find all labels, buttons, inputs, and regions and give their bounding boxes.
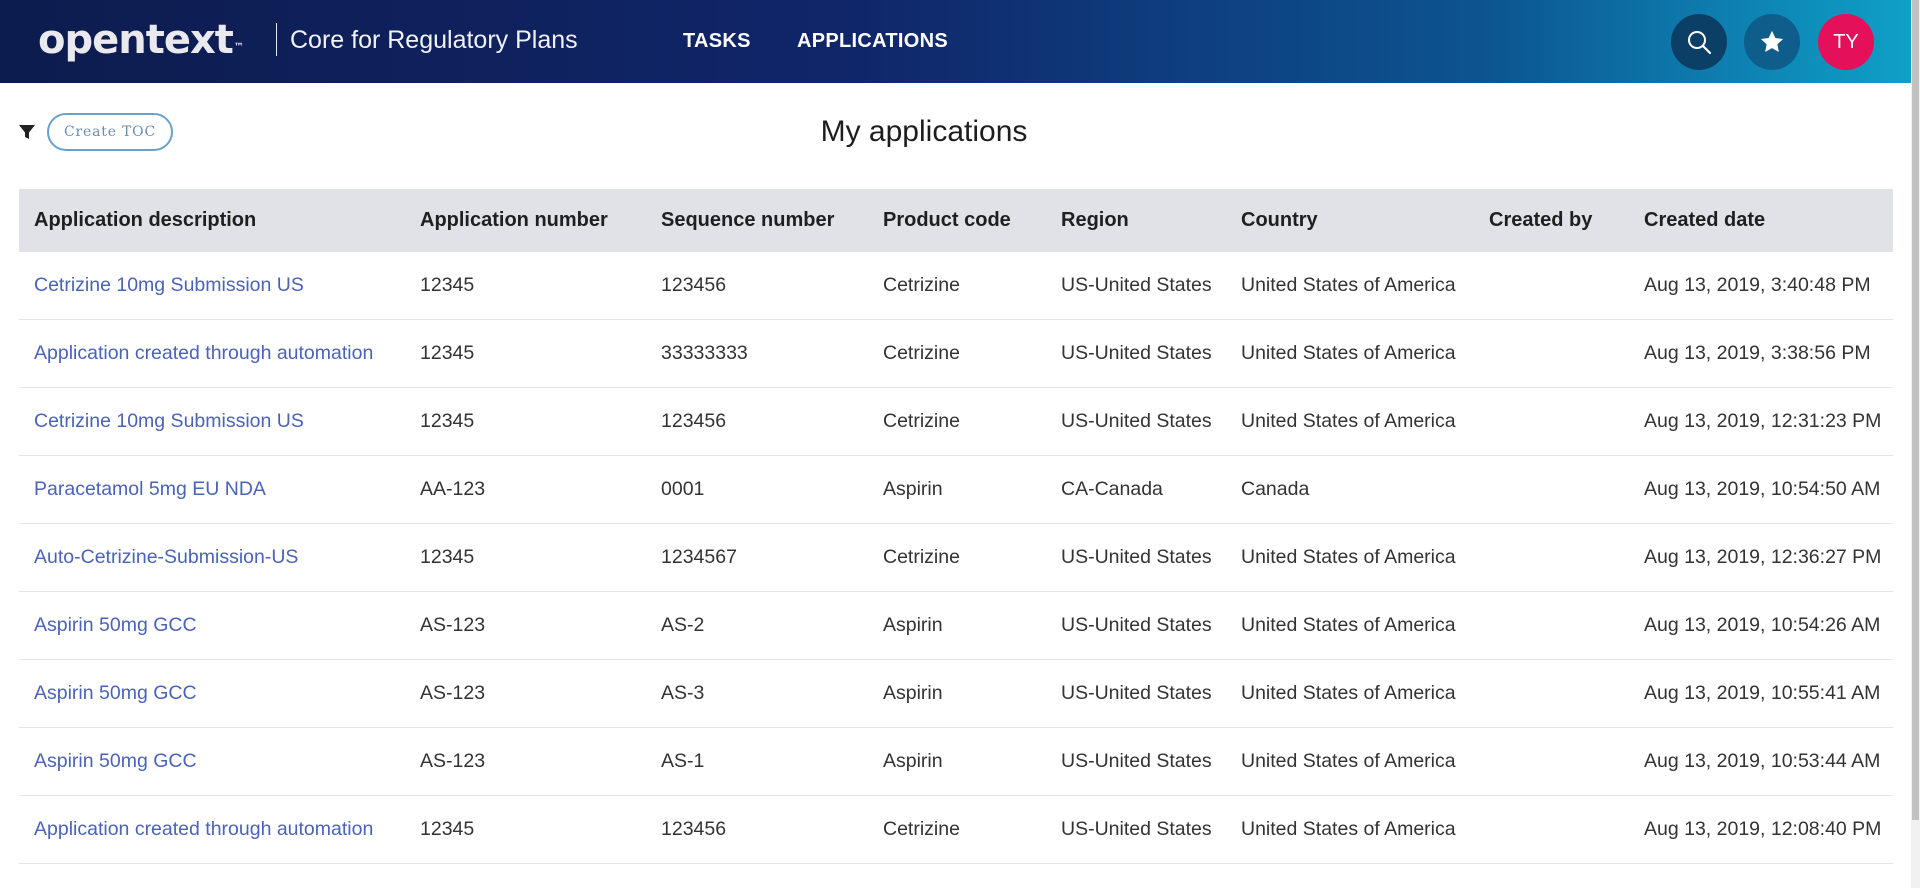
application-number: AA-123 [420,478,486,500]
sequence-number: 1234567 [661,546,737,568]
column-header-created-by[interactable]: Created by [1489,189,1592,252]
page-scrollbar[interactable] [1911,0,1920,888]
application-description-link[interactable]: Cetrizine 10mg Submission US [34,252,304,320]
application-number: 12345 [420,274,475,296]
product-code: Aspirin [883,478,943,500]
sequence-number: AS-3 [661,682,705,704]
table-row: Aspirin 50mg GCC AS-123 AS-3 Aspirin US-… [19,660,1893,728]
table-row: Application created through automation 1… [19,320,1893,388]
country: United States of America [1241,682,1456,704]
application-description-link[interactable]: Aspirin 50mg GCC [34,728,197,796]
application-description-link[interactable]: Auto-Cetrizine-Submission-US [34,524,298,592]
country: United States of America [1241,614,1456,636]
country: United States of America [1241,274,1456,296]
created-date: Aug 13, 2019, 3:40:48 PM [1644,274,1871,296]
column-header-country[interactable]: Country [1241,189,1318,252]
region: US-United States [1061,274,1212,296]
table-header: Application description Application numb… [19,189,1893,252]
application-number: 12345 [420,342,475,364]
nav-tasks[interactable]: TASKS [683,30,751,53]
scrollbar-thumb[interactable] [1912,0,1919,820]
nav-applications[interactable]: APPLICATIONS [797,30,948,53]
created-date: Aug 13, 2019, 12:31:23 PM [1644,410,1882,432]
star-icon [1760,30,1784,53]
application-description-link[interactable]: Paracetamol 5mg EU NDA [34,456,266,524]
country: Canada [1241,478,1310,500]
created-date: Aug 13, 2019, 10:53:44 AM [1644,750,1881,772]
column-header-created-date[interactable]: Created date [1644,189,1765,252]
region: US-United States [1061,342,1212,364]
table-row: Aspirin 50mg GCC AS-123 AS-1 Aspirin US-… [19,728,1893,796]
country: United States of America [1241,750,1456,772]
created-date: Aug 13, 2019, 12:36:27 PM [1644,546,1882,568]
search-button[interactable] [1671,14,1727,70]
sequence-number: 123456 [661,818,727,840]
region: US-United States [1061,750,1212,772]
application-number: 12345 [420,410,475,432]
column-header-product-code[interactable]: Product code [883,189,1011,252]
product-code: Cetrizine [883,410,960,432]
table-row: Auto-Cetrizine-Submission-US 12345 12345… [19,524,1893,592]
created-date: Aug 13, 2019, 10:55:41 AM [1644,682,1881,704]
header-divider [276,23,277,56]
country: United States of America [1241,410,1456,432]
region: CA-Canada [1061,478,1163,500]
column-header-application-number[interactable]: Application number [420,189,608,252]
created-date: Aug 13, 2019, 10:54:26 AM [1644,614,1881,636]
sequence-number: 123456 [661,410,727,432]
column-header-sequence-number[interactable]: Sequence number [661,189,834,252]
sequence-number: AS-2 [661,614,705,636]
column-header-region[interactable]: Region [1061,189,1129,252]
column-header-application-description[interactable]: Application description [34,189,256,252]
region: US-United States [1061,546,1212,568]
sequence-number: 0001 [661,478,705,500]
application-description-link[interactable]: Aspirin 50mg GCC [34,592,197,660]
search-icon [1688,31,1712,55]
app-name: Core for Regulatory Plans [290,26,578,54]
table-row: Cetrizine 10mg Submission US 12345 12345… [19,252,1893,320]
product-code: Cetrizine [883,818,960,840]
user-initials: TY [1833,30,1859,53]
user-avatar-button[interactable]: TY [1818,14,1874,70]
country: United States of America [1241,818,1456,840]
product-code: Aspirin [883,614,943,636]
application-number: 12345 [420,818,475,840]
product-code: Aspirin [883,682,943,704]
logo-trademark: ™ [233,42,244,53]
application-description-link[interactable]: Aspirin 50mg GCC [34,660,197,728]
application-number: 12345 [420,546,475,568]
opentext-logo[interactable]: opentext™ [38,14,244,66]
region: US-United States [1061,818,1212,840]
created-date: Aug 13, 2019, 10:54:50 AM [1644,478,1881,500]
sequence-number: AS-1 [661,750,705,772]
country: United States of America [1241,342,1456,364]
logo-text: opentext [38,17,234,63]
region: US-United States [1061,682,1212,704]
favorites-button[interactable] [1744,14,1800,70]
page-title: My applications [820,115,1028,148]
country: United States of America [1241,546,1456,568]
product-code: Cetrizine [883,546,960,568]
created-date: Aug 13, 2019, 3:38:56 PM [1644,342,1871,364]
app-header: opentext™ Core for Regulatory Plans TASK… [0,0,1911,83]
application-number: AS-123 [420,682,486,704]
sequence-number: 33333333 [661,342,748,364]
application-description-link[interactable]: Application created through automation [34,796,373,864]
table-row: Application created through automation 1… [19,796,1893,864]
application-number: AS-123 [420,750,486,772]
applications-table: Application description Application numb… [19,189,1893,864]
region: US-United States [1061,614,1212,636]
table-row: Paracetamol 5mg EU NDA AA-123 0001 Aspir… [19,456,1893,524]
product-code: Aspirin [883,750,943,772]
application-description-link[interactable]: Cetrizine 10mg Submission US [34,388,304,456]
application-number: AS-123 [420,614,486,636]
application-description-link[interactable]: Application created through automation [34,320,373,388]
sequence-number: 123456 [661,274,727,296]
table-row: Cetrizine 10mg Submission US 12345 12345… [19,388,1893,456]
product-code: Cetrizine [883,274,960,296]
region: US-United States [1061,410,1212,432]
table-row: Aspirin 50mg GCC AS-123 AS-2 Aspirin US-… [19,592,1893,660]
product-code: Cetrizine [883,342,960,364]
created-date: Aug 13, 2019, 12:08:40 PM [1644,818,1882,840]
